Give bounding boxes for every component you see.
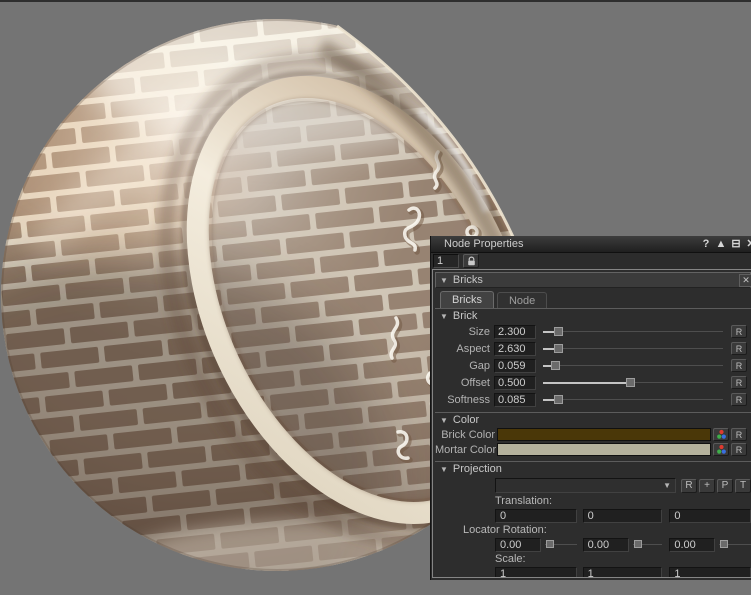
rotation-y-field[interactable]: 0.00 bbox=[583, 538, 629, 552]
softness-row: Softness 0.085 R bbox=[435, 391, 751, 408]
softness-slider-handle[interactable] bbox=[554, 395, 563, 404]
size-row: Size 2.300 R bbox=[435, 323, 751, 340]
panel-titlebar[interactable]: Node Properties ? ▲ ⊟ ✕ bbox=[431, 236, 751, 253]
aspect-label: Aspect bbox=[435, 343, 490, 355]
softness-slider[interactable] bbox=[543, 393, 723, 406]
gap-row: Gap 0.059 R bbox=[435, 357, 751, 374]
projection-dropdown-row: ▼ R + P T bbox=[435, 476, 751, 495]
rotation-z-slider[interactable] bbox=[719, 538, 751, 551]
projection-add-button[interactable]: + bbox=[699, 479, 715, 493]
rgb-color-icon bbox=[716, 429, 727, 440]
lock-icon bbox=[466, 256, 477, 267]
rotation-row: 0.00 0.00 0.00 bbox=[435, 536, 751, 553]
mortar-color-swatch[interactable] bbox=[497, 443, 711, 456]
scale-z-field[interactable]: 1 bbox=[669, 567, 751, 579]
gap-field[interactable]: 0.059 bbox=[494, 359, 536, 373]
lock-button[interactable] bbox=[463, 254, 479, 268]
brick-color-picker-button[interactable] bbox=[713, 428, 729, 441]
gap-label: Gap bbox=[435, 360, 490, 372]
panel-content: ▼ Bricks ✕ Bricks Node ▼ Brick Size 2.30… bbox=[432, 269, 751, 578]
rotation-x-slider[interactable] bbox=[545, 538, 577, 551]
bricks-node-title: Bricks bbox=[453, 274, 483, 286]
rotation-y-slider[interactable] bbox=[633, 538, 663, 551]
gap-reset-button[interactable]: R bbox=[731, 359, 747, 372]
projection-section-title: Projection bbox=[453, 463, 502, 475]
offset-field[interactable]: 0.500 bbox=[494, 376, 536, 390]
size-reset-button[interactable]: R bbox=[731, 325, 747, 338]
brick-color-reset-button[interactable]: R bbox=[731, 428, 747, 441]
scale-row: 1 1 1 bbox=[435, 565, 751, 578]
offset-slider[interactable] bbox=[543, 376, 723, 389]
locator-rotation-label: Locator Rotation: bbox=[435, 524, 751, 536]
brick-section: ▼ Brick Size 2.300 R Aspect 2.630 bbox=[435, 308, 751, 410]
softness-reset-button[interactable]: R bbox=[731, 393, 747, 406]
brick-color-label: Brick Color bbox=[435, 429, 495, 441]
collapse-arrow-icon: ▼ bbox=[440, 465, 448, 474]
projection-dropdown[interactable]: ▼ bbox=[495, 478, 676, 493]
mortar-color-label: Mortar Color bbox=[435, 444, 495, 456]
tab-bar: Bricks Node bbox=[435, 289, 751, 308]
close-icon[interactable]: ✕ bbox=[745, 237, 751, 252]
brick-section-header[interactable]: ▼ Brick bbox=[435, 309, 751, 323]
scale-label: Scale: bbox=[435, 553, 751, 565]
color-section: ▼ Color Brick Color R bbox=[435, 412, 751, 459]
rotation-z-field[interactable]: 0.00 bbox=[669, 538, 715, 552]
color-section-title: Color bbox=[453, 414, 479, 426]
color-section-header[interactable]: ▼ Color bbox=[435, 413, 751, 427]
bricks-node-header[interactable]: ▼ Bricks ✕ bbox=[435, 272, 751, 288]
brick-color-swatch[interactable] bbox=[497, 428, 711, 441]
mortar-color-picker-button[interactable] bbox=[713, 443, 729, 456]
scale-x-field[interactable]: 1 bbox=[495, 567, 577, 579]
translation-y-field[interactable]: 0 bbox=[583, 509, 663, 523]
translation-label: Translation: bbox=[435, 495, 751, 507]
offset-row: Offset 0.500 R bbox=[435, 374, 751, 391]
projection-section: ▼ Projection ▼ R + P T Translation: bbox=[435, 461, 751, 578]
popup-icon[interactable]: ▲ bbox=[715, 237, 727, 252]
size-slider[interactable] bbox=[543, 325, 723, 338]
gap-slider[interactable] bbox=[543, 359, 723, 372]
collapse-arrow-icon: ▼ bbox=[440, 312, 448, 321]
scale-y-field[interactable]: 1 bbox=[583, 567, 663, 579]
size-label: Size bbox=[435, 326, 490, 338]
size-field[interactable]: 2.300 bbox=[494, 325, 536, 339]
projection-p-button[interactable]: P bbox=[717, 479, 733, 493]
offset-reset-button[interactable]: R bbox=[731, 376, 747, 389]
aspect-reset-button[interactable]: R bbox=[731, 342, 747, 355]
rotation-x-field[interactable]: 0.00 bbox=[495, 538, 541, 552]
translation-z-field[interactable]: 0 bbox=[669, 509, 751, 523]
translation-row: 0 0 0 bbox=[435, 507, 751, 524]
brick-color-row: Brick Color R bbox=[435, 427, 751, 442]
minify-icon[interactable]: ⊟ bbox=[730, 237, 742, 252]
viewport[interactable]: Node Properties ? ▲ ⊟ ✕ 1 ▼ Bricks ✕ bbox=[0, 0, 751, 595]
aspect-slider-handle[interactable] bbox=[554, 344, 563, 353]
gap-slider-handle[interactable] bbox=[551, 361, 560, 370]
softness-label: Softness bbox=[435, 394, 490, 406]
size-slider-handle[interactable] bbox=[554, 327, 563, 336]
collapse-arrow-icon: ▼ bbox=[440, 276, 448, 285]
help-icon[interactable]: ? bbox=[700, 237, 712, 252]
brick-section-title: Brick bbox=[453, 310, 477, 322]
viewport-top-edge bbox=[0, 0, 751, 2]
projection-reset-button[interactable]: R bbox=[681, 479, 697, 493]
chevron-down-icon: ▼ bbox=[663, 481, 671, 490]
projection-section-header[interactable]: ▼ Projection bbox=[435, 462, 751, 476]
offset-slider-handle[interactable] bbox=[626, 378, 635, 387]
tab-bricks[interactable]: Bricks bbox=[440, 291, 494, 308]
aspect-field[interactable]: 2.630 bbox=[494, 342, 536, 356]
node-properties-panel: Node Properties ? ▲ ⊟ ✕ 1 ▼ Bricks ✕ bbox=[430, 236, 751, 580]
tab-node[interactable]: Node bbox=[497, 292, 547, 308]
panel-title: Node Properties bbox=[444, 238, 524, 250]
softness-field[interactable]: 0.085 bbox=[494, 393, 536, 407]
aspect-slider[interactable] bbox=[543, 342, 723, 355]
instance-count-field[interactable]: 1 bbox=[433, 254, 459, 268]
offset-label: Offset bbox=[435, 377, 490, 389]
aspect-row: Aspect 2.630 R bbox=[435, 340, 751, 357]
mortar-color-reset-button[interactable]: R bbox=[731, 443, 747, 456]
bricks-close-button[interactable]: ✕ bbox=[739, 274, 751, 287]
mortar-color-row: Mortar Color R bbox=[435, 442, 751, 457]
rgb-color-icon bbox=[716, 444, 727, 455]
projection-t-button[interactable]: T bbox=[735, 479, 751, 493]
collapse-arrow-icon: ▼ bbox=[440, 416, 448, 425]
translation-x-field[interactable]: 0 bbox=[495, 509, 577, 523]
